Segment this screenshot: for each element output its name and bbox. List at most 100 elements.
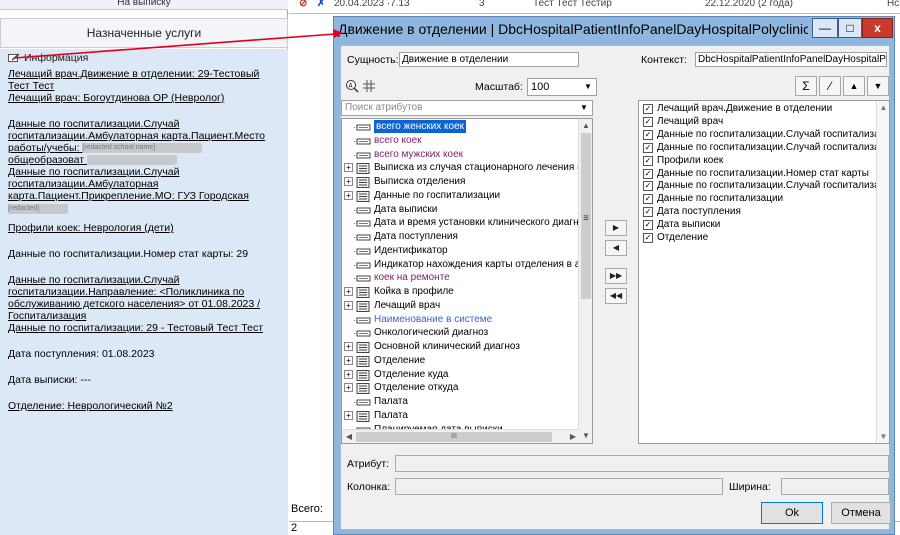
checkbox-checked-icon[interactable]: ✓	[643, 129, 653, 140]
checkbox-checked-icon[interactable]: ✓	[643, 142, 653, 153]
tree-row[interactable]: Дата и время установки клинического диаг…	[342, 216, 584, 230]
expand-icon[interactable]: +	[344, 369, 353, 379]
remove-all-button[interactable]: ◀◀	[605, 288, 627, 304]
dialog-title-bar[interactable]: Движение в отделении | DbcHospitalPatien…	[334, 17, 894, 43]
scroll-down-icon[interactable]: ▼	[877, 430, 889, 443]
tree-row[interactable]: Онкологический диагноз	[342, 326, 578, 340]
tree-row[interactable]: + Палата	[342, 409, 578, 423]
context-field[interactable]: DbcHospitalPatientInfoPanelDayHospitalPo…	[695, 52, 887, 67]
edit-button[interactable]: ⁄	[819, 76, 841, 96]
scale-select[interactable]: 100 ▼	[527, 78, 597, 96]
add-all-button[interactable]: ▶▶	[605, 268, 627, 284]
selected-attributes-list[interactable]: ✓ Лечащий врач.Движение в отделении ✓ Лечащ…	[638, 100, 890, 444]
tree-row[interactable]: + Данные по госпитализации	[342, 189, 578, 203]
width-field[interactable]	[781, 478, 889, 495]
checkbox-checked-icon[interactable]: ✓	[643, 168, 653, 179]
tree-row[interactable]: Наименование в системе	[342, 313, 578, 327]
attribute-tree[interactable]: всего женских коек всего коек всего мужски…	[341, 118, 593, 444]
tree-row-label: Основной клинический диагноз	[374, 341, 520, 352]
tree-row[interactable]: + Отделение куда	[342, 368, 578, 382]
expand-icon[interactable]: +	[344, 300, 353, 310]
move-down-button[interactable]: ▼	[867, 76, 889, 96]
move-up-button[interactable]: ▲	[843, 76, 865, 96]
assigned-services-tab[interactable]: Назначенные услуги	[0, 18, 288, 48]
tree-row[interactable]: + Лечащий врач	[342, 299, 578, 313]
tree-horizontal-scrollbar[interactable]: ◀ III ▶	[342, 429, 580, 443]
tree-row[interactable]: всего женских коек	[342, 120, 578, 134]
expand-icon[interactable]: +	[344, 383, 353, 393]
checkbox-checked-icon[interactable]: ✓	[643, 194, 653, 205]
tree-row-label: Отделение	[374, 354, 426, 366]
maximize-button[interactable]: □	[838, 18, 862, 38]
dialog-title: Движение в отделении | DbcHospitalPatien…	[338, 21, 808, 37]
expand-icon[interactable]: +	[344, 287, 353, 296]
pin-icon[interactable]: ✗	[317, 0, 325, 9]
attribute-search-input[interactable]: Поиск атрибутов ▼	[341, 100, 593, 116]
checkbox-checked-icon[interactable]: ✓	[643, 233, 653, 243]
checkbox-checked-icon[interactable]: ✓	[643, 181, 653, 192]
entity-field[interactable]: Движение в отделении	[399, 52, 579, 67]
tree-row[interactable]: + Отделение откуда	[342, 381, 578, 395]
tree-row[interactable]: + Отделение	[342, 354, 578, 368]
tree-row[interactable]: коек на ремонте	[342, 271, 578, 285]
expand-icon[interactable]: +	[344, 355, 353, 365]
chevron-down-icon[interactable]: ▼	[581, 80, 595, 94]
hosp-data-link[interactable]: Данные по госпитализации: 29 - Тестовый …	[8, 322, 280, 334]
expand-icon[interactable]: +	[344, 342, 353, 351]
scroll-right-icon[interactable]: ▶	[566, 430, 580, 443]
expand-icon[interactable]: +	[344, 190, 353, 200]
tree-row[interactable]: + Койка в профиле	[342, 285, 578, 299]
checkbox-checked-icon[interactable]: ✓	[643, 104, 653, 114]
attribute-field[interactable]	[395, 455, 889, 472]
tree-vertical-scrollbar[interactable]: ▲ ≡ ▼	[578, 119, 592, 443]
direction-link[interactable]: Данные по госпитализации.Случай госпитал…	[8, 274, 280, 322]
tree-row[interactable]: + Выписка из случая стационарного лечения…	[342, 161, 590, 175]
doctor-link[interactable]: Лечащий врач: Богоутдинова ОР (Невролог)	[8, 92, 280, 104]
tree-row[interactable]: + Выписка отделения	[342, 175, 578, 189]
remove-attribute-button[interactable]: ◀	[605, 240, 627, 256]
expand-icon[interactable]: +	[344, 410, 353, 420]
bed-profile-link[interactable]: Профили коек: Неврология (дети)	[8, 222, 280, 234]
tree-row[interactable]: Палата	[342, 395, 578, 409]
add-attribute-button[interactable]: ▶	[605, 220, 627, 236]
checkbox-checked-icon[interactable]: ✓	[643, 220, 653, 231]
expand-icon[interactable]: +	[344, 163, 353, 173]
tree-row[interactable]: Дата поступления	[342, 230, 578, 244]
discharge-tab-fragment[interactable]: На выписку	[0, 0, 288, 10]
field-icon	[354, 328, 372, 338]
cancel-button[interactable]: Отмена	[831, 502, 891, 524]
grid-icon[interactable]	[363, 80, 375, 92]
checkbox-checked-icon[interactable]: ✓	[643, 155, 653, 166]
tree-row[interactable]: Индикатор нахождения карты отделения в а…	[342, 258, 586, 272]
list-vertical-scrollbar[interactable]: ▲ ▼	[876, 101, 889, 443]
tree-row[interactable]: всего мужских коек	[342, 148, 578, 162]
scroll-left-icon[interactable]: ◀	[342, 430, 356, 443]
tree-row[interactable]: Дата выписки	[342, 203, 578, 217]
entity-link-icon	[354, 287, 372, 298]
hscroll-thumb[interactable]: III	[356, 432, 552, 442]
workplace-link[interactable]: Данные по госпитализации.Случай госпитал…	[8, 118, 280, 166]
tree-row[interactable]: + Основной клинический диагноз	[342, 340, 578, 354]
ok-button[interactable]: Ok	[761, 502, 823, 524]
expand-icon[interactable]: +	[344, 177, 353, 186]
checkbox-checked-icon[interactable]: ✓	[643, 207, 653, 218]
department-link[interactable]: Отделение: Неврологический №2	[8, 400, 280, 412]
tree-row[interactable]: Идентификатор	[342, 244, 578, 258]
scroll-down-icon[interactable]: ▼	[579, 429, 592, 443]
zoom-icon[interactable]: А	[345, 79, 359, 93]
column-field[interactable]	[395, 478, 723, 495]
attachment-link[interactable]: Данные по госпитализации.Случай госпитал…	[8, 166, 280, 202]
doctor-movement-link[interactable]: Лечащий врач.Движение в отделении: 29-Те…	[8, 68, 280, 92]
close-button[interactable]: x	[862, 18, 893, 38]
checkbox-checked-icon[interactable]: ✓	[643, 116, 653, 127]
delete-icon[interactable]: ⊘	[299, 0, 307, 9]
field-icon	[354, 232, 372, 242]
sum-button[interactable]: Σ	[795, 76, 817, 96]
chevron-down-icon[interactable]: ▼	[577, 101, 591, 115]
scroll-up-icon[interactable]: ▲	[877, 101, 889, 114]
minimize-button[interactable]: —	[812, 18, 838, 38]
tree-row[interactable]: всего коек	[342, 134, 578, 148]
scroll-up-icon[interactable]: ▲	[579, 119, 592, 133]
field-picker-dialog: Движение в отделении | DbcHospitalPatien…	[333, 16, 895, 535]
field-icon	[354, 150, 372, 160]
